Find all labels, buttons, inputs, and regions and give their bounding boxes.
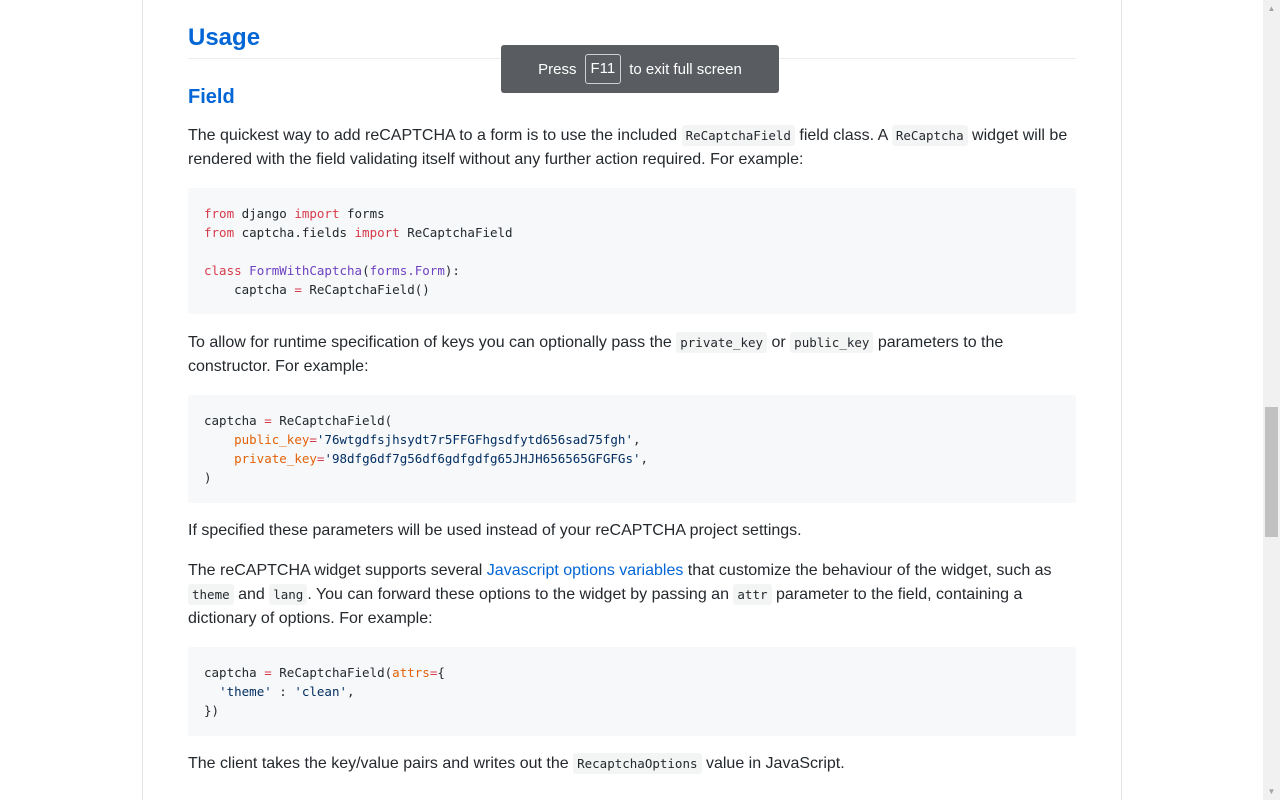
inline-code-public-key: public_key <box>790 332 874 353</box>
code-block-keys-example: captcha = ReCaptchaField( public_key='76… <box>188 395 1076 503</box>
paragraph-runtime-keys: To allow for runtime specification of ke… <box>188 332 1004 375</box>
scroll-down-arrow-icon[interactable]: ▼ <box>1263 783 1280 800</box>
vertical-scrollbar[interactable]: ▲ ▼ <box>1263 0 1280 800</box>
javascript-options-link[interactable]: Javascript options variables <box>487 562 684 579</box>
inline-code-recaptcha: ReCaptcha <box>891 125 968 146</box>
fullscreen-notification: Press F11 to exit full screen <box>501 45 779 93</box>
toast-exit-text: to exit full screen <box>629 60 742 78</box>
paragraph-field-intro: The quickest way to add reCAPTCHA to a f… <box>188 125 1068 168</box>
browser-viewport: Usage Field The quickest way to add reCA… <box>0 0 1280 800</box>
scroll-up-arrow-icon[interactable]: ▲ <box>1263 0 1280 17</box>
inline-code-recaptchafield: ReCaptchaField <box>681 125 795 146</box>
paragraph-widget-options: The reCAPTCHA widget supports several Ja… <box>188 562 1052 627</box>
inline-code-theme: theme <box>188 584 234 605</box>
inline-code-attr: attr <box>733 584 772 605</box>
inline-code-recaptchaoptions: RecaptchaOptions <box>573 753 702 774</box>
inline-code-private-key: private_key <box>676 332 768 353</box>
code-block-attrs-example: captcha = ReCaptchaField(attrs={ 'theme'… <box>188 647 1076 736</box>
paragraph-client-output: The client takes the key/value pairs and… <box>188 753 845 774</box>
inline-code-lang: lang <box>269 584 308 605</box>
code-block-form-example: from django import forms from captcha.fi… <box>188 188 1076 314</box>
scrollbar-thumb[interactable] <box>1265 407 1278 537</box>
field-heading: Field <box>188 86 235 108</box>
paragraph-settings-note: If specified these parameters will be us… <box>188 522 802 539</box>
toast-press-text: Press <box>538 60 577 78</box>
f11-key-badge: F11 <box>584 54 622 84</box>
